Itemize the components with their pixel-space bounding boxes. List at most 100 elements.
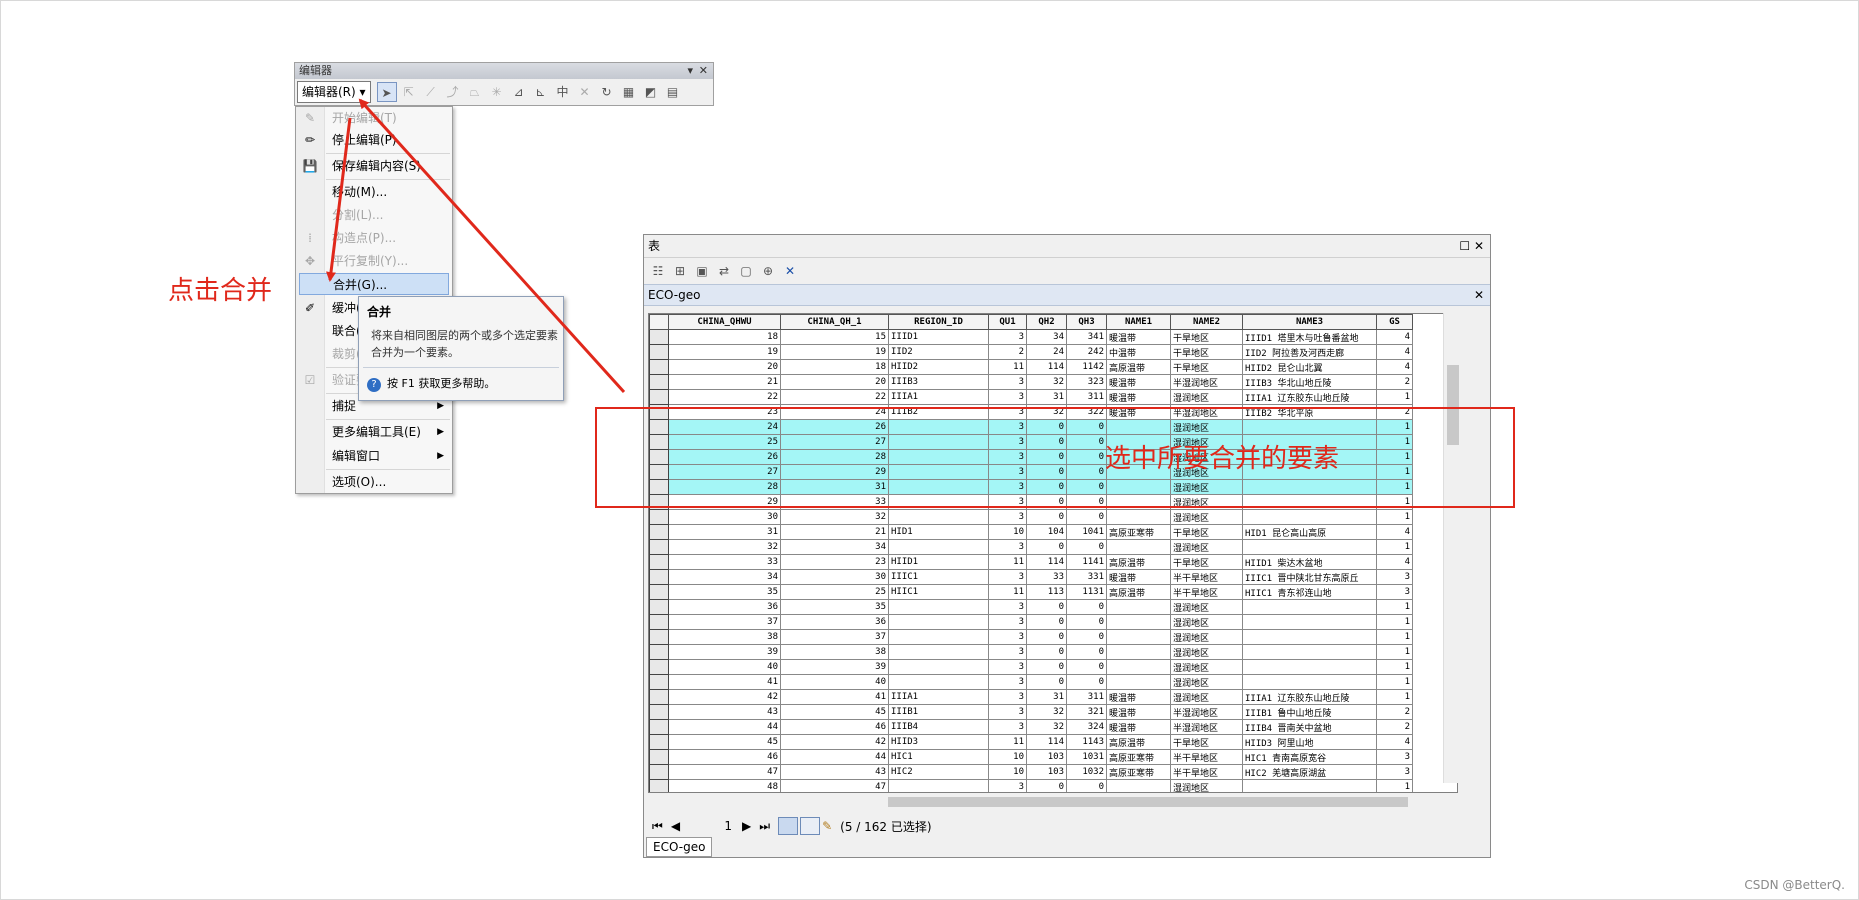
table-cell[interactable]: 2 — [1376, 719, 1413, 735]
clear-selection-icon[interactable]: ▢ — [736, 261, 756, 281]
menu-item-start-editing[interactable]: ✎ 开始编辑(T) — [296, 107, 452, 129]
table-cell[interactable]: IIIC1 — [888, 569, 989, 585]
table-cell[interactable]: 4 — [1376, 524, 1413, 540]
table-cell[interactable]: 1131 — [1066, 584, 1107, 600]
table-cell[interactable]: 0 — [1066, 779, 1107, 792]
table-cell[interactable]: 32 — [668, 539, 781, 555]
table-cell[interactable]: 暖温带 — [1106, 719, 1171, 735]
table-row[interactable]: 46 44 HIC1 10 103 1031 高原亚寒带 半干旱地区 HIC1 青南高原宽谷 3 — [649, 749, 1413, 765]
table-row[interactable]: 18 15 IIID1 3 34 341 暖温带 干旱地区 IIID1 塔里木与吐鲁番盆地 4 — [649, 329, 1413, 345]
table-cell[interactable]: 39 — [780, 659, 889, 675]
close-icon[interactable]: ✕ — [1474, 239, 1484, 253]
row-selector[interactable] — [649, 524, 669, 540]
table-cell[interactable]: 18 — [668, 329, 781, 345]
menu-item-editing-windows[interactable]: 编辑窗口 ▶ — [296, 445, 452, 467]
table-cell[interactable]: 湿润地区 — [1170, 509, 1243, 525]
table-cell[interactable] — [1242, 659, 1377, 675]
table-cell[interactable]: 103 — [1026, 749, 1067, 765]
table-cell[interactable]: IIIB4 — [888, 719, 989, 735]
table-cell[interactable]: IIIA1 辽东胶东山地丘陵 — [1242, 689, 1377, 705]
maximize-icon[interactable]: ☐ — [1459, 239, 1470, 253]
edit-vertices-icon[interactable]: ⊿ — [509, 82, 529, 102]
table-cell[interactable]: 32 — [1026, 374, 1067, 390]
cut-polygons-icon[interactable]: 中 — [553, 82, 573, 102]
menu-item-split[interactable]: 分割(L)... — [296, 204, 452, 226]
table-cell[interactable]: 3 — [988, 509, 1027, 525]
table-cell[interactable]: 331 — [1066, 569, 1107, 585]
row-selector[interactable] — [649, 554, 669, 570]
table-cell[interactable]: 2 — [1376, 704, 1413, 720]
table-cell[interactable]: 21 — [780, 524, 889, 540]
table-cell[interactable]: HIID1 柴达木盆地 — [1242, 554, 1377, 570]
table-cell[interactable]: 暖温带 — [1106, 569, 1171, 585]
table-cell[interactable]: 1 — [1376, 599, 1413, 615]
table-cell[interactable]: 36 — [668, 599, 781, 615]
table-cell[interactable]: 4 — [1376, 554, 1413, 570]
row-selector[interactable] — [649, 614, 669, 630]
table-cell[interactable]: IID2 阿拉善及河西走廊 — [1242, 344, 1377, 360]
table-cell[interactable]: 0 — [1066, 644, 1107, 660]
table-cell[interactable]: 0 — [1026, 674, 1067, 690]
table-cell[interactable]: 半湿润地区 — [1170, 704, 1243, 720]
show-all-records-button[interactable] — [778, 817, 799, 835]
table-cell[interactable]: HIID2 — [888, 359, 989, 375]
table-cell[interactable] — [1242, 509, 1377, 525]
table-cell[interactable]: 242 — [1066, 344, 1107, 360]
sketch-properties-icon[interactable]: ◩ — [641, 82, 661, 102]
table-cell[interactable]: 高原温带 — [1106, 734, 1171, 750]
row-selector[interactable] — [649, 329, 669, 345]
table-cell[interactable] — [888, 509, 989, 525]
table-cell[interactable]: IIIA1 辽东胶东山地丘陵 — [1242, 389, 1377, 405]
row-selector[interactable] — [649, 344, 669, 360]
table-cell[interactable]: 3 — [988, 599, 1027, 615]
table-cell[interactable]: 35 — [668, 584, 781, 600]
table-cell[interactable]: 湿润地区 — [1170, 674, 1243, 690]
row-selector[interactable] — [649, 689, 669, 705]
table-cell[interactable]: HID1 昆仑高山高原 — [1242, 524, 1377, 540]
row-selector[interactable] — [649, 569, 669, 585]
table-cell[interactable] — [1106, 674, 1171, 690]
table-cell[interactable]: 324 — [1066, 719, 1107, 735]
row-selector[interactable] — [649, 749, 669, 765]
current-record-field[interactable]: 1 — [688, 819, 732, 833]
table-cell[interactable]: 1 — [1376, 539, 1413, 555]
row-selector[interactable] — [649, 734, 669, 750]
table-row[interactable]: 33 23 HIID1 11 114 1141 高原温带 干旱地区 HIID1 柴达木盆地 4 — [649, 554, 1413, 570]
table-cell[interactable] — [888, 629, 989, 645]
table-cell[interactable]: 半干旱地区 — [1170, 584, 1243, 600]
previous-record-button[interactable]: ◀ — [671, 819, 680, 833]
table-cell[interactable]: 311 — [1066, 389, 1107, 405]
table-cell[interactable]: 0 — [1066, 614, 1107, 630]
column-header[interactable]: QH3 — [1066, 314, 1107, 330]
layer-bottom-tab[interactable]: ECO-geo — [646, 837, 713, 857]
table-cell[interactable] — [888, 614, 989, 630]
menu-item-save-edits[interactable]: 💾 保存编辑内容(S) — [296, 155, 452, 177]
table-cell[interactable]: HIC1 — [888, 749, 989, 765]
table-cell[interactable]: 311 — [1066, 689, 1107, 705]
table-cell[interactable]: 31 — [668, 524, 781, 540]
table-cell[interactable]: 中温带 — [1106, 344, 1171, 360]
row-selector[interactable] — [649, 659, 669, 675]
table-cell[interactable]: 341 — [1066, 329, 1107, 345]
table-cell[interactable]: 湿润地区 — [1170, 629, 1243, 645]
select-by-attributes-icon[interactable]: ▣ — [692, 261, 712, 281]
table-row[interactable]: 35 25 HIIC1 11 113 1131 高原温带 半干旱地区 HIIC1 青东祁连山地 3 — [649, 584, 1413, 600]
table-cell[interactable]: 3 — [988, 389, 1027, 405]
table-cell[interactable]: 22 — [780, 389, 889, 405]
table-cell[interactable]: 2 — [988, 344, 1027, 360]
table-cell[interactable]: 高原亚寒带 — [1106, 749, 1171, 765]
table-cell[interactable]: 35 — [780, 599, 889, 615]
column-header[interactable]: QH2 — [1026, 314, 1067, 330]
table-cell[interactable]: 46 — [780, 719, 889, 735]
table-cell[interactable]: IIID1 — [888, 329, 989, 345]
table-cell[interactable]: 0 — [1026, 599, 1067, 615]
table-cell[interactable] — [1242, 674, 1377, 690]
table-row[interactable]: 32 34 3 0 0 湿润地区 1 — [649, 539, 1413, 555]
table-cell[interactable]: 湿润地区 — [1170, 614, 1243, 630]
table-cell[interactable]: 0 — [1026, 659, 1067, 675]
table-cell[interactable]: 34 — [780, 539, 889, 555]
table-cell[interactable]: 3 — [1376, 569, 1413, 585]
table-cell[interactable] — [888, 644, 989, 660]
table-cell[interactable] — [888, 779, 989, 792]
table-cell[interactable] — [1106, 629, 1171, 645]
